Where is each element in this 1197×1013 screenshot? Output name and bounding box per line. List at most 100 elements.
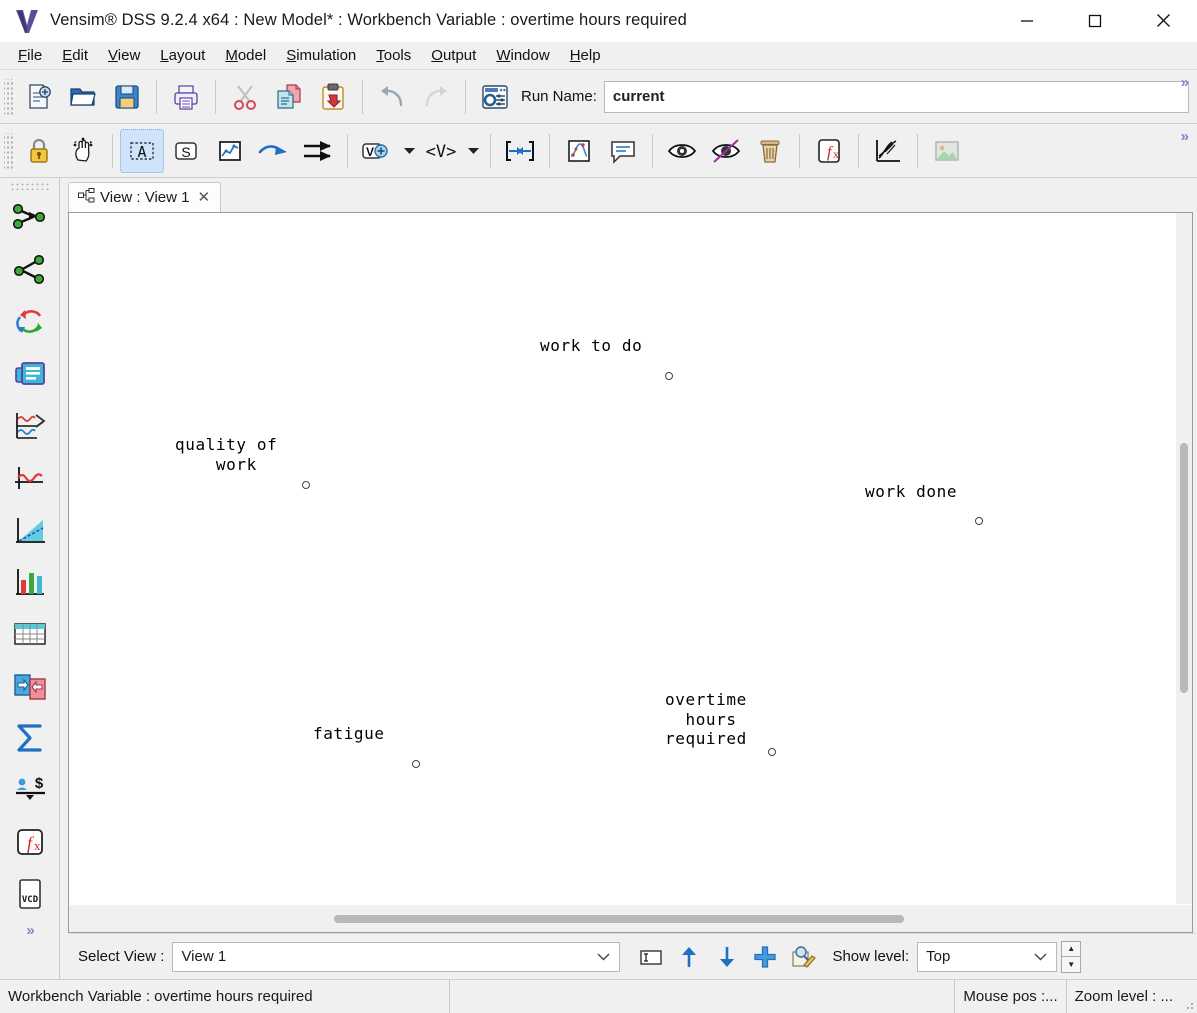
arrow-tool-button[interactable] [252,129,296,173]
lock-button[interactable] [17,129,61,173]
sketch-toolbar-grip[interactable] [4,133,14,169]
variable-fatigue-anchor-dot[interactable] [412,760,420,768]
move-view-down-button[interactable] [708,938,746,976]
main-toolbar-overflow-button[interactable]: » [1175,72,1193,93]
menu-view[interactable]: View [98,44,150,67]
cut-button[interactable] [223,75,267,119]
select-view-dropdown[interactable]: View 1 [172,942,620,972]
rename-view-button[interactable] [632,938,670,976]
menu-file[interactable]: File [8,44,52,67]
open-model-button[interactable] [61,75,105,119]
move-view-up-button[interactable] [670,938,708,976]
menu-window[interactable]: Window [486,44,559,67]
close-button[interactable] [1129,0,1197,42]
hide-button[interactable] [704,129,748,173]
menu-help[interactable]: Help [560,44,611,67]
sketch-comment-button[interactable] [557,129,601,173]
copy-button[interactable] [267,75,311,119]
causes-tree-button[interactable] [4,192,56,244]
rate-tool-button[interactable] [296,129,340,173]
bar-graph-button[interactable] [4,556,56,608]
menu-output[interactable]: Output [421,44,486,67]
redo-button[interactable] [414,75,458,119]
sidebar-overflow-button[interactable]: » [26,922,32,939]
spinner-up-button[interactable]: ▲ [1061,941,1081,957]
sum-button[interactable] [4,712,56,764]
equations-button[interactable]: f x [807,129,851,173]
edit-view-button[interactable] [784,938,822,976]
comment-button[interactable] [601,129,645,173]
variable-overtime-hours-required-label[interactable]: overtime hours required [665,690,747,749]
table-time-down-button[interactable] [4,660,56,712]
sidebar-grip[interactable] [10,182,50,190]
shadow-variable-button[interactable]: S [164,129,208,173]
angle-variable-button[interactable]: <V> [419,129,463,173]
causes-strip-button[interactable] [4,400,56,452]
variable-overtime-hours-required-anchor-dot[interactable] [768,748,776,756]
svg-text:VCD: VCD [21,895,38,905]
variable-quality-of-work-label[interactable]: quality of work [175,435,277,474]
fx-button[interactable]: f x [4,816,56,868]
vcd-button[interactable]: VCD [4,868,56,920]
variable-work-done-anchor-dot[interactable] [975,517,983,525]
sketch-toolbar-overflow-button[interactable]: » [1175,126,1193,147]
document-button[interactable] [4,348,56,400]
paste-button[interactable] [311,75,355,119]
window-resize-grip-icon[interactable] [1181,980,1197,1013]
loops-button[interactable] [4,296,56,348]
uses-tree-button[interactable] [4,244,56,296]
vertical-scroll-thumb[interactable] [1180,443,1188,693]
canvas-horizontal-scrollbar[interactable] [69,904,1192,932]
variable-work-to-do-label[interactable]: work to do [540,336,642,356]
units-check-button[interactable]: $ [4,764,56,816]
minimize-button[interactable] [993,0,1061,42]
toolbar-grip[interactable] [4,79,14,115]
input-output-dropdown-caret-icon[interactable] [399,129,419,173]
table-button[interactable] [4,608,56,660]
menu-simulation[interactable]: Simulation [276,44,366,67]
variable-work-done-label[interactable]: work done [865,482,957,502]
maximize-button[interactable] [1061,0,1129,42]
tab-view-1[interactable]: View : View 1 ✕ [68,182,221,212]
menu-edit[interactable]: Edit [52,44,98,67]
tab-close-icon[interactable]: ✕ [195,188,214,208]
move-size-button[interactable] [61,129,105,173]
image-button[interactable] [925,129,969,173]
input-output-button[interactable]: V [355,129,399,173]
main-toolbar: Run Name: current » [0,70,1197,124]
tab-label: View : View 1 [100,189,190,206]
show-level-dropdown[interactable]: Top [917,942,1057,972]
add-view-button[interactable] [746,938,784,976]
main-panel: View : View 1 ✕ work to do quality of wor… [60,178,1197,979]
merge-button[interactable] [498,129,542,173]
variable-fatigue-label[interactable]: fatigue [313,724,385,744]
toolbar-separator [465,80,466,114]
canvas-vertical-scrollbar[interactable] [1175,213,1192,904]
delete-button[interactable] [748,129,792,173]
variable-work-to-do-anchor-dot[interactable] [665,372,673,380]
chevron-down-icon [1029,950,1052,964]
box-variable-button[interactable] [208,129,252,173]
model-diagram-canvas[interactable]: work to do quality of work work done overti… [69,213,1175,904]
reference-modes-button[interactable] [866,129,910,173]
angle-variable-dropdown-caret-icon[interactable] [463,129,483,173]
show-button[interactable] [660,129,704,173]
sensitivity-graph-button[interactable] [4,504,56,556]
new-model-button[interactable] [17,75,61,119]
horizontal-scroll-thumb[interactable] [334,915,904,923]
sketch-separator [549,134,550,168]
save-model-button[interactable] [105,75,149,119]
show-level-spinner[interactable]: ▲ ▼ [1061,941,1081,973]
undo-button[interactable] [370,75,414,119]
menu-tools[interactable]: Tools [366,44,421,67]
print-button[interactable] [164,75,208,119]
variable-quality-of-work-anchor-dot[interactable] [302,481,310,489]
spinner-down-button[interactable]: ▼ [1061,956,1081,973]
run-name-input[interactable]: current [604,81,1189,113]
variable-tool-button[interactable]: A [120,129,164,173]
menu-layout[interactable]: Layout [150,44,215,67]
window-controls [993,0,1197,42]
run-settings-button[interactable] [473,75,517,119]
graph-button[interactable] [4,452,56,504]
menu-model[interactable]: Model [215,44,276,67]
